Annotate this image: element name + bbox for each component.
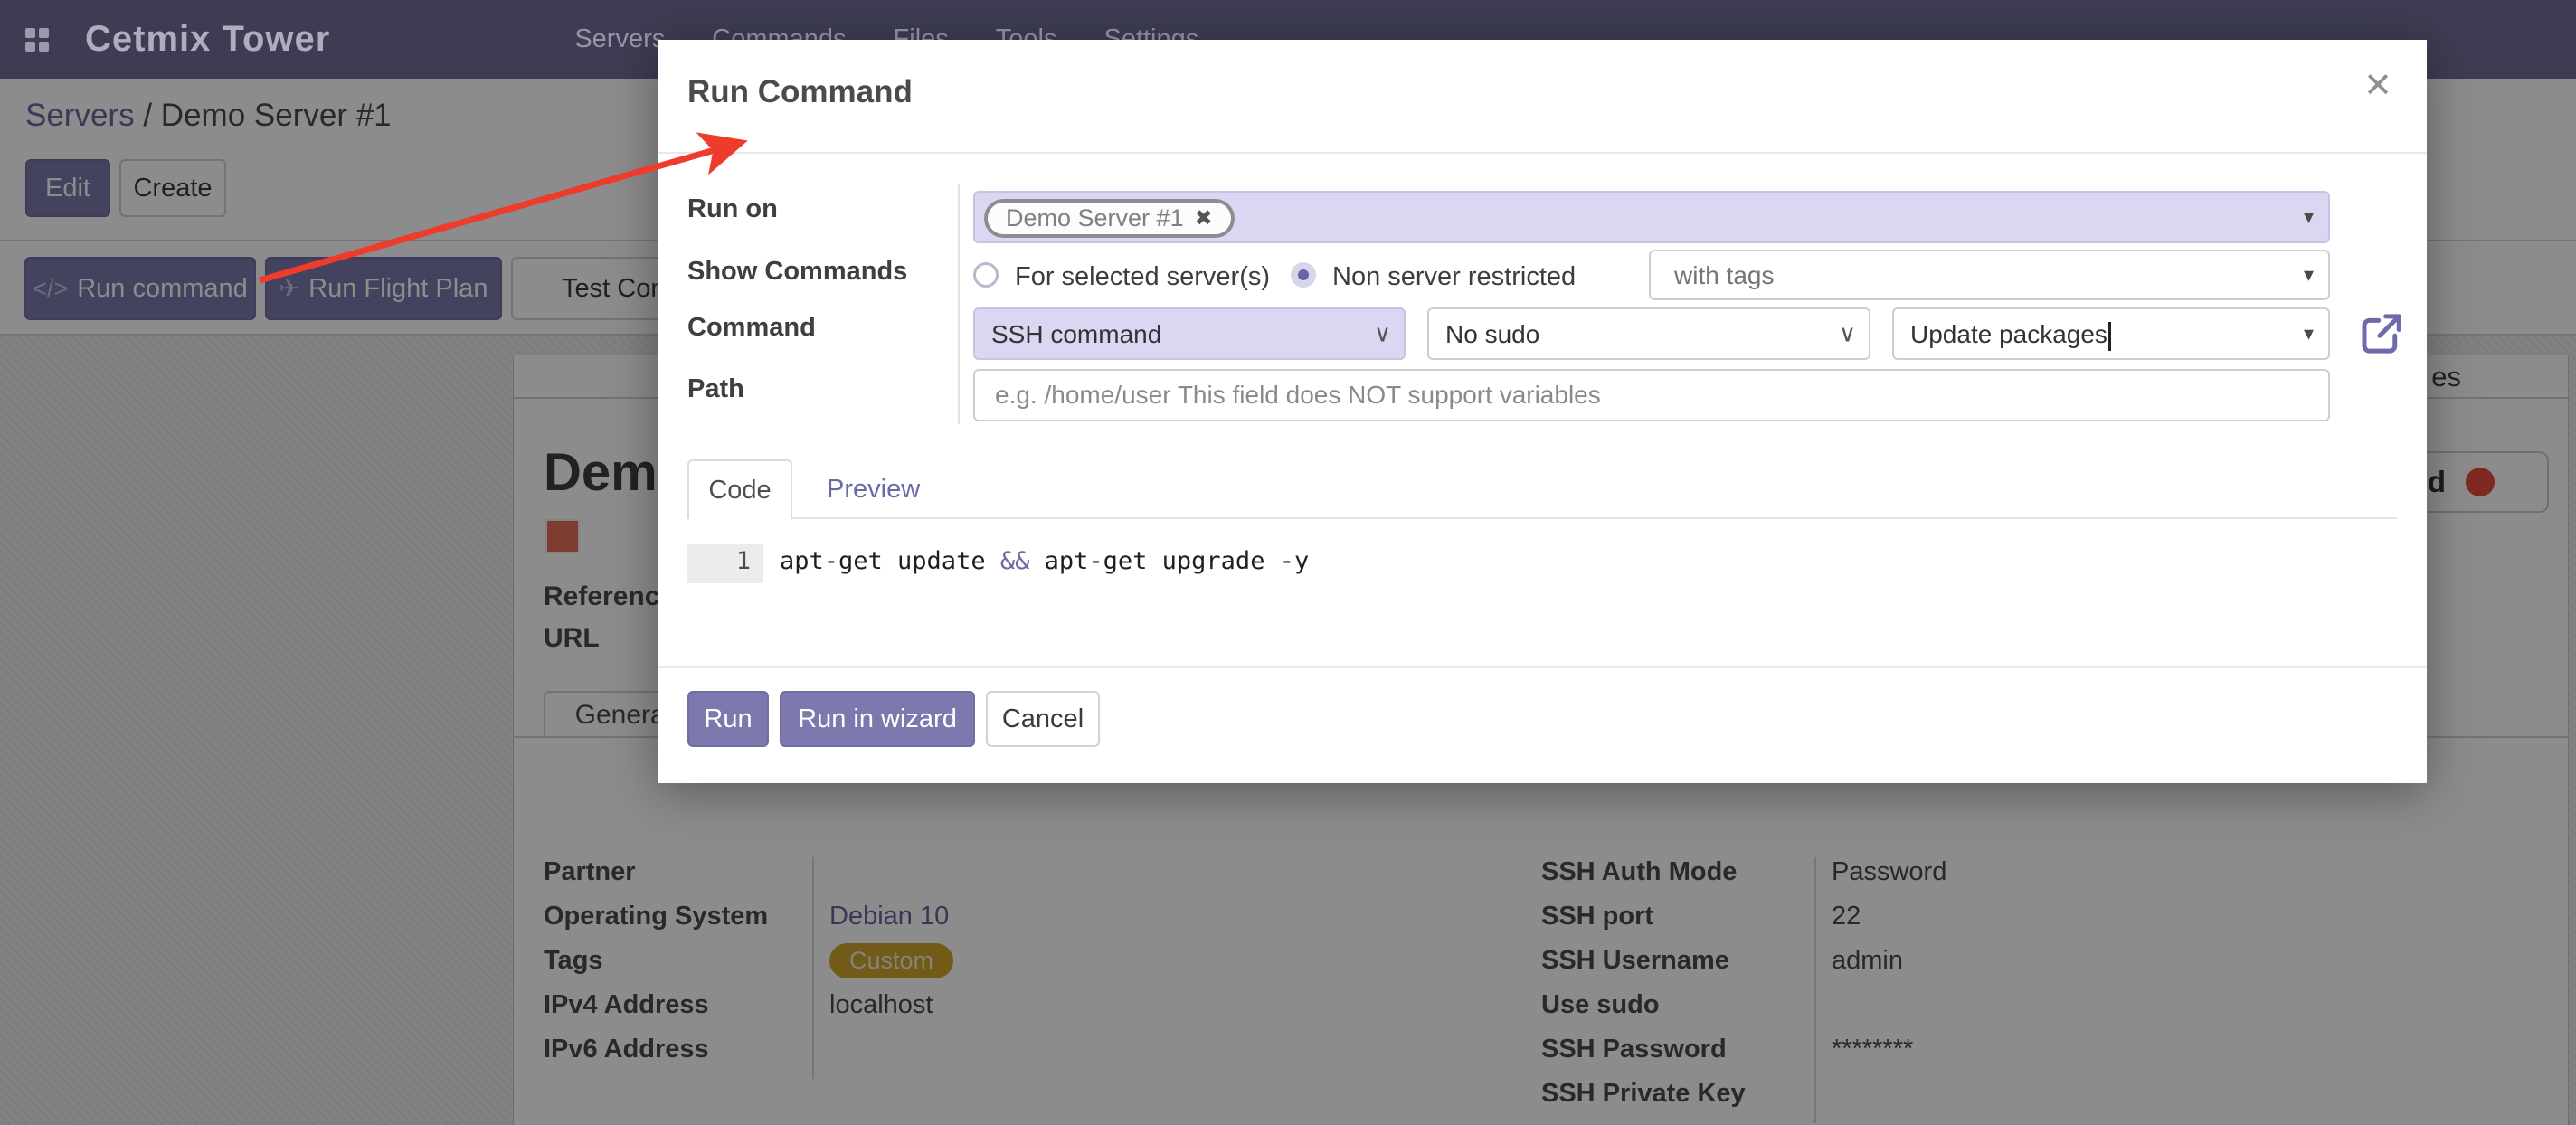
radio-for-selected-servers[interactable] [973,262,999,288]
run-in-wizard-button[interactable]: Run in wizard [780,691,975,747]
chevron-down-icon[interactable]: ∨ [1374,320,1391,348]
run-button[interactable]: Run [687,691,769,747]
with-tags-select[interactable]: with tags ▾ [1649,250,2330,300]
sudo-select[interactable]: No sudo ∨ [1427,307,1870,360]
command-type-select[interactable]: SSH command ∨ [973,307,1406,360]
tab-preview[interactable]: Preview [827,475,920,505]
command-value: Update packages [1910,320,2107,348]
run-command-modal: Run Command ✕ Run on Show Commands Comma… [658,40,2427,783]
command-label: Command [687,313,816,343]
caret-down-icon[interactable]: ▾ [2304,205,2314,229]
screen: Servers / Demo Server #1 Edit Create </>… [0,0,2576,1125]
command-combobox[interactable]: Update packages ▾ [1892,307,2330,360]
app-brand[interactable]: Cetmix Tower [85,19,330,60]
text-cursor [2108,322,2111,351]
caret-down-icon[interactable]: ▾ [2304,322,2314,345]
path-input[interactable] [973,369,2330,421]
radio-non-server-restricted[interactable] [1291,262,1316,288]
radio-for-selected-servers-label[interactable]: For selected server(s) [1015,262,1270,292]
caret-down-icon[interactable]: ▾ [2304,263,2314,287]
code-line: apt-get update && apt-get upgrade -y [763,544,1309,583]
tabs-underline [792,517,2397,519]
code-line-number: 1 [687,544,763,583]
server-tag: Demo Server #1 ✖ [984,199,1235,238]
modal-header: Run Command ✕ [658,40,2427,154]
run-on-multiselect[interactable]: Demo Server #1 ✖ ▾ [973,191,2330,243]
code-editor[interactable]: 1 apt-get update && apt-get upgrade -y [687,544,1309,583]
run-on-label: Run on [687,194,778,224]
cancel-button[interactable]: Cancel [986,691,1100,747]
tab-code[interactable]: Code [687,459,792,519]
menu-item-servers[interactable]: Servers [574,24,665,54]
radio-non-server-restricted-label[interactable]: Non server restricted [1332,262,1576,292]
with-tags-placeholder: with tags [1674,261,1775,290]
command-type-value: SSH command [991,320,1161,349]
external-link-icon[interactable] [2356,309,2405,358]
form-label-separator [958,184,960,424]
sudo-value: No sudo [1445,320,1539,349]
server-tag-label: Demo Server #1 [1006,204,1184,232]
close-icon[interactable]: ✕ [2363,65,2392,106]
remove-tag-icon[interactable]: ✖ [1195,205,1213,232]
modal-title: Run Command [687,74,913,110]
footer-divider [658,666,2427,668]
path-label: Path [687,374,744,404]
apps-grid-icon[interactable] [25,28,49,52]
chevron-down-icon[interactable]: ∨ [1839,320,1856,348]
